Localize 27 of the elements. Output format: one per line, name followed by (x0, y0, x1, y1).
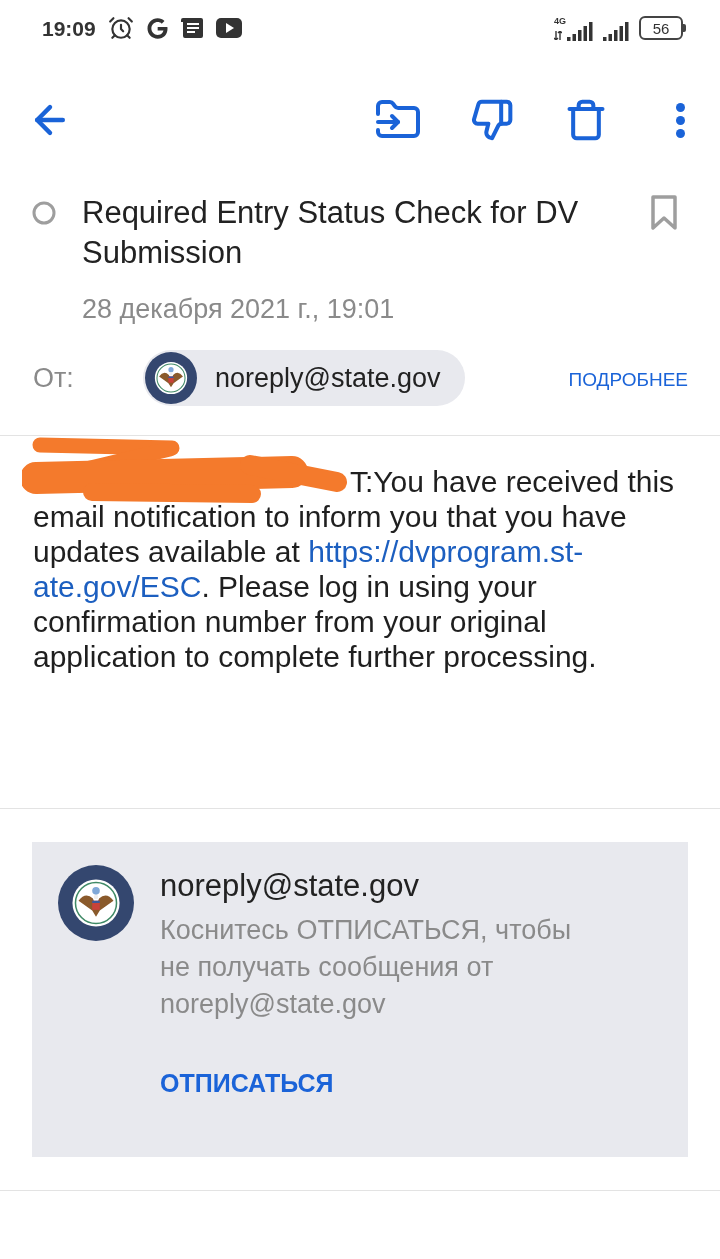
clock-time: 19:09 (42, 17, 96, 39)
signal-icon (567, 21, 593, 41)
play-button-icon (215, 18, 242, 38)
signal-icon (603, 21, 629, 41)
unsubscribe-note: Коснитесь ОТПИСАТЬСЯ, чтобы не получать сообщения от noreply@state.gov (160, 914, 573, 1021)
link[interactable]: ate.gov/ESC (33, 570, 202, 603)
g-logo-icon (146, 17, 168, 39)
sender-emblem-icon (145, 352, 197, 404)
message-subject: Required Entry Status Check for DV Submission (82, 194, 580, 272)
details-link[interactable]: ПОДРОБНЕЕ (568, 365, 688, 395)
network-type-text: 4G (554, 16, 566, 26)
unsubscribe-button[interactable]: ОТПИСАТЬСЯ (160, 1068, 334, 1098)
alarm-clock-icon (107, 15, 134, 41)
sender-email: noreply@state.gov (160, 868, 419, 904)
news-icon (180, 18, 203, 38)
more-vertical-icon (675, 102, 685, 138)
link[interactable]: https://dvprogram.st- (308, 535, 584, 568)
battery-percent: 56 (652, 20, 670, 36)
sender-emblem-icon (58, 865, 134, 941)
from-label: От: (33, 361, 75, 395)
message-body-text: T:You have received this email notification to inform you that you have updates available at https://dvprogram.st- ate.gov/ESC. Please log in using your confirmation number from your original application to complete further processing. (33, 464, 676, 674)
unread-ring-icon[interactable] (32, 201, 56, 225)
bookmark-icon[interactable] (651, 195, 677, 230)
message-date: 28 декабря 2021 г., 19:01 (82, 293, 395, 326)
thumbs-down-icon (470, 98, 514, 142)
data-arrows-icon (554, 30, 562, 40)
sender-chip[interactable]: noreply@state.gov (143, 350, 465, 406)
